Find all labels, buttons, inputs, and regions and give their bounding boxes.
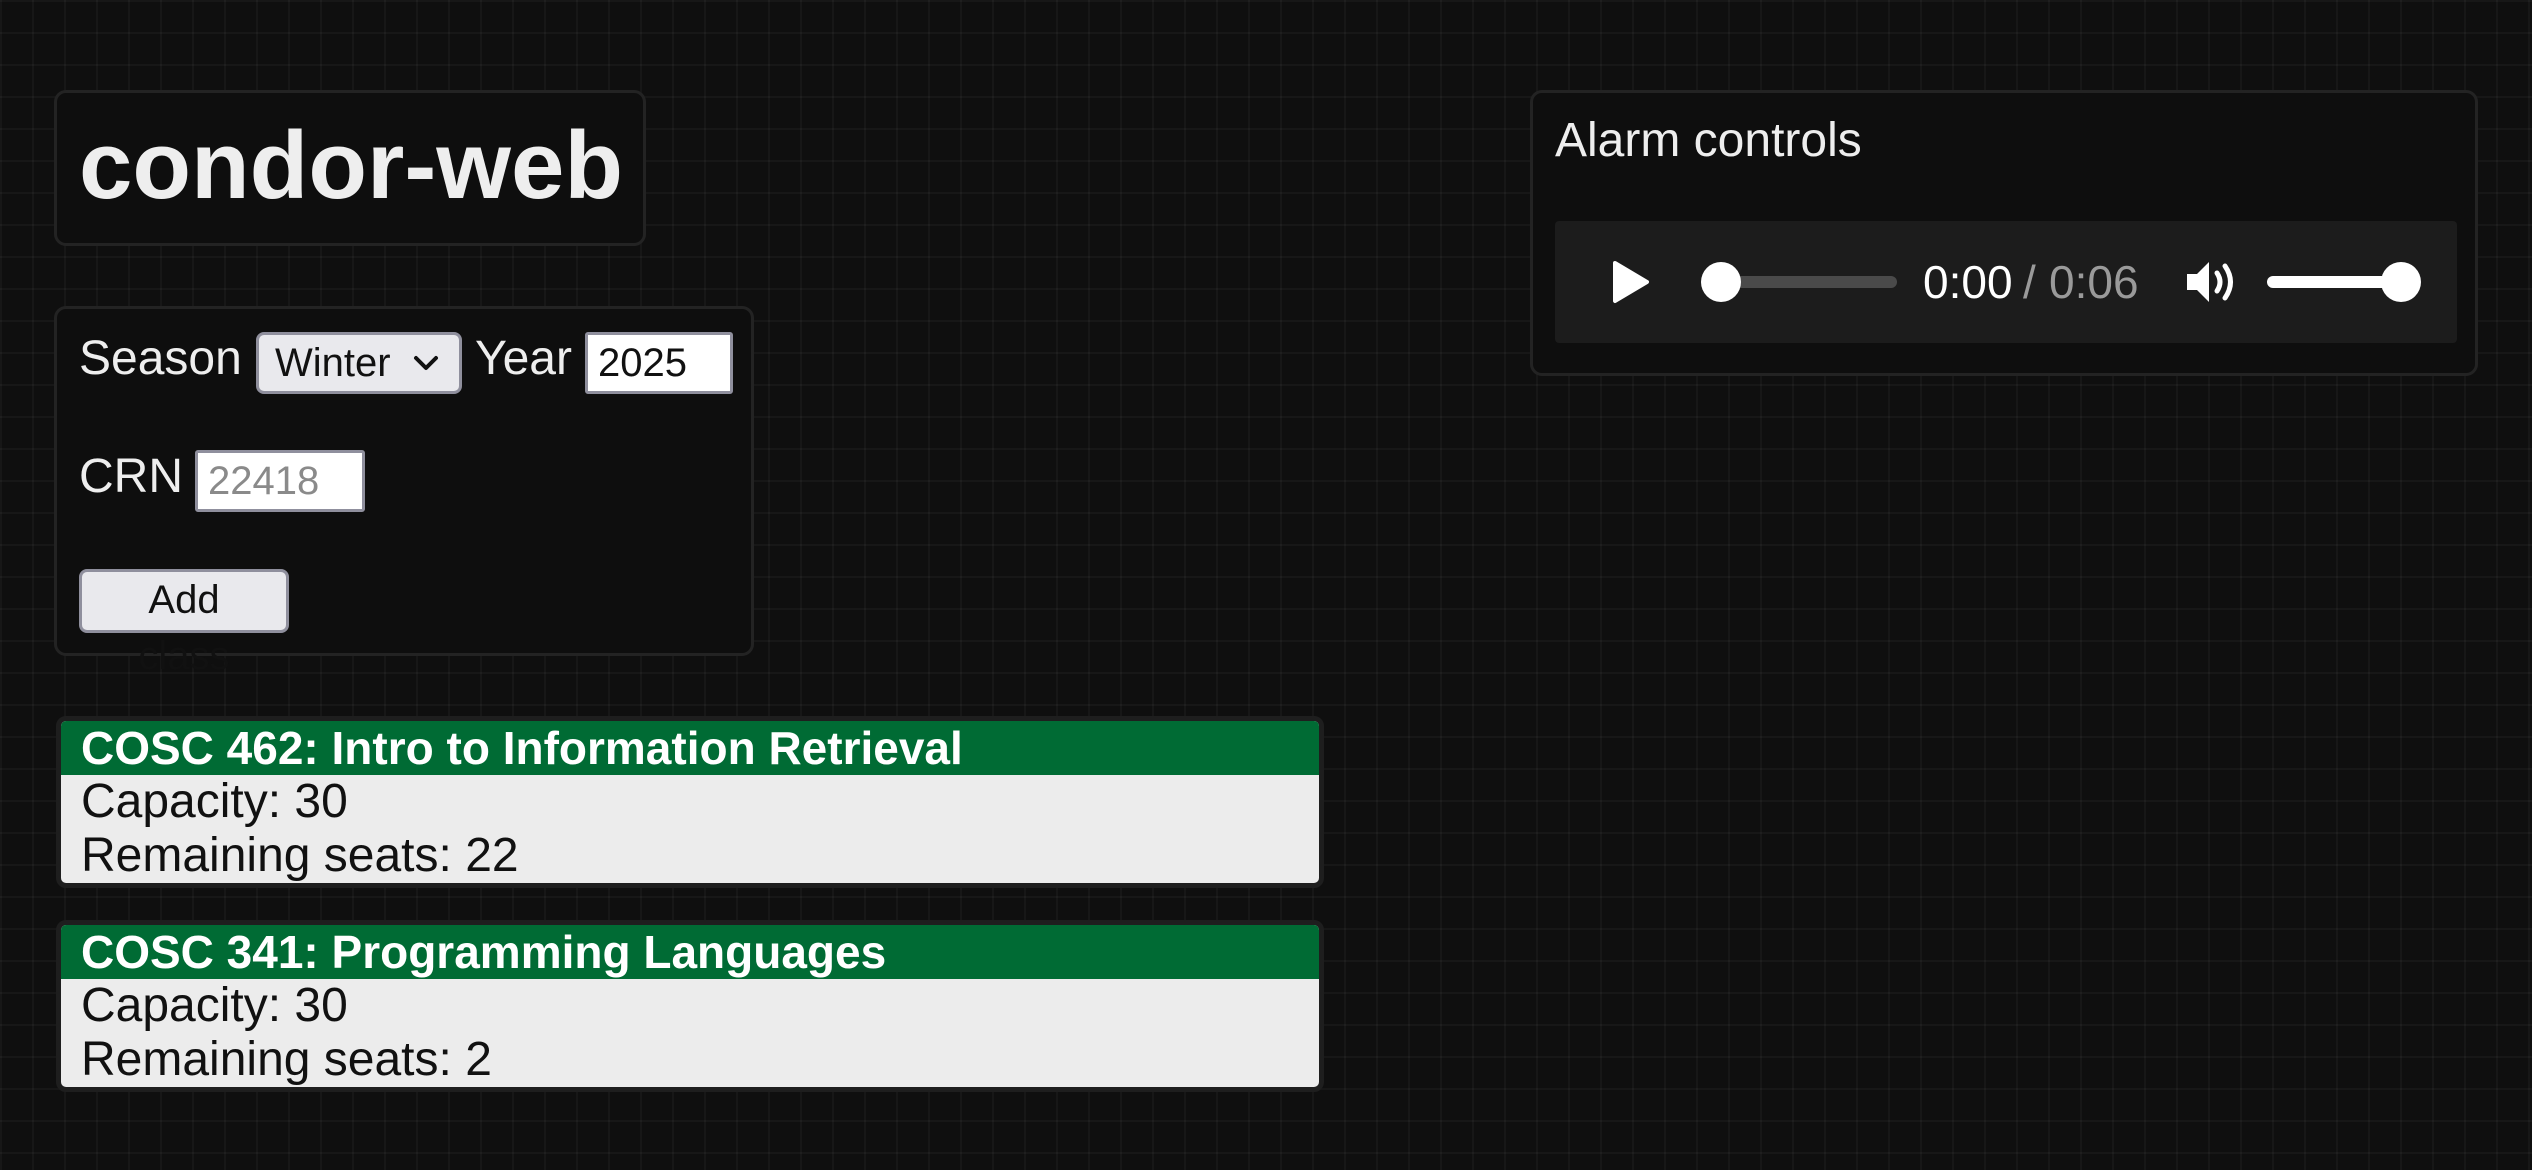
play-icon[interactable] <box>1605 257 1655 307</box>
class-card: COSC 341: Programming Languages Capacity… <box>56 920 1324 1092</box>
season-label: Season <box>79 332 242 385</box>
alarm-title: Alarm controls <box>1555 114 1862 167</box>
year-input[interactable] <box>585 332 733 394</box>
duration-time: 0:06 <box>2049 256 2139 308</box>
class-capacity: Capacity: 30 <box>81 979 348 1032</box>
class-card: COSC 462: Intro to Information Retrieval… <box>56 716 1324 888</box>
season-selected-value: Winter <box>275 341 391 385</box>
seek-thumb[interactable] <box>1701 262 1741 302</box>
volume-thumb[interactable] <box>2381 262 2421 302</box>
chevron-down-icon <box>414 356 438 370</box>
crn-input[interactable] <box>195 450 365 512</box>
title-panel: condor-web <box>54 90 646 246</box>
add-class-button[interactable]: Add class <box>79 569 289 678</box>
alarm-panel: Alarm controls 0:00 / 0:06 <box>1530 90 2478 376</box>
class-remaining-seats: Remaining seats: 22 <box>81 829 519 882</box>
class-remaining-seats: Remaining seats: 2 <box>81 1033 492 1086</box>
audio-player: 0:00 / 0:06 <box>1555 221 2457 343</box>
class-title: COSC 341: Programming Languages <box>61 925 1319 979</box>
class-capacity: Capacity: 30 <box>81 775 348 828</box>
season-select[interactable]: Winter <box>256 332 462 394</box>
page-title: condor-web <box>79 112 623 219</box>
current-time: 0:00 <box>1923 256 2013 308</box>
time-separator: / <box>2023 256 2036 308</box>
year-label: Year <box>475 332 572 385</box>
volume-icon[interactable] <box>2183 257 2239 307</box>
crn-label: CRN <box>79 450 183 503</box>
add-class-form: Season Winter Year CRN Add class <box>54 306 754 678</box>
class-title: COSC 462: Intro to Information Retrieval <box>61 721 1319 775</box>
